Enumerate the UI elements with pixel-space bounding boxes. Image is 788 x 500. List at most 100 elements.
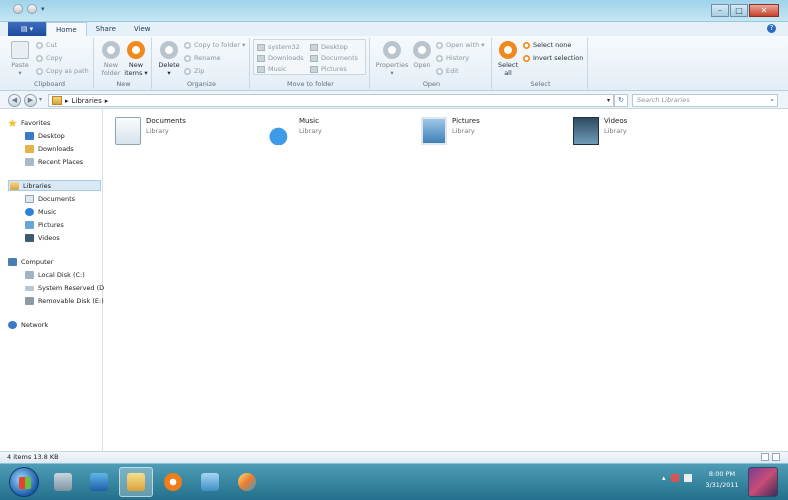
nav-music[interactable]: Music (25, 208, 57, 216)
select-all-button[interactable]: Select all (496, 41, 520, 77)
taskbar-app[interactable] (156, 467, 190, 497)
address-dropdown-icon[interactable]: ▾ (607, 97, 610, 104)
navigation-pane: Favorites Desktop Downloads Recent Place… (0, 109, 106, 451)
back-button[interactable]: ◀ (8, 94, 21, 107)
paste-button[interactable]: Paste ▾ (9, 41, 31, 77)
move-to-downloads[interactable]: Downloads (257, 54, 304, 62)
nav-network[interactable]: Network (8, 321, 48, 329)
show-desktop-button[interactable] (748, 467, 778, 497)
properties-quick-button[interactable] (13, 4, 23, 14)
nav-libraries[interactable]: Libraries (8, 180, 101, 191)
paste-icon (11, 41, 29, 59)
open-with-button[interactable]: Open with ▾ (436, 41, 485, 49)
desktop-icon (25, 132, 34, 140)
start-button[interactable] (9, 467, 39, 497)
customize-toolbar-icon[interactable]: ▾ (41, 4, 49, 14)
quick-access-toolbar: ▾ (13, 4, 49, 14)
search-input[interactable]: Search Libraries ⌕ (632, 94, 778, 107)
downloads-icon (257, 54, 265, 62)
taskbar-app[interactable] (82, 467, 116, 497)
invert-selection-button[interactable]: Invert selection (523, 54, 583, 62)
rename-button[interactable]: Rename (184, 54, 221, 62)
copy-to-icon (184, 41, 191, 49)
delete-button[interactable]: Delete ▾ (157, 41, 181, 77)
nav-favorites[interactable]: Favorites (8, 119, 50, 127)
nav-recent-places[interactable]: Recent Places (25, 158, 83, 166)
paint-icon (238, 473, 256, 491)
refresh-icon: ↻ (618, 96, 624, 104)
refresh-button[interactable]: ↻ (614, 94, 628, 107)
zip-button[interactable]: Zip (184, 67, 204, 75)
desktop-icon (310, 43, 318, 51)
edit-button[interactable]: Edit (436, 67, 459, 75)
properties-button[interactable]: Properties ▾ (375, 41, 409, 77)
copy-to-folder-button[interactable]: Copy to folder ▾ (184, 41, 245, 49)
tab-share[interactable]: Share (87, 22, 125, 36)
library-item[interactable]: Music Library (268, 117, 322, 145)
minimize-button[interactable]: – (711, 4, 729, 17)
file-list: Documents Library Music Library Pictures Li… (104, 109, 788, 451)
library-item[interactable]: Documents Library (115, 117, 186, 145)
network-icon (8, 321, 17, 329)
recent-locations-dropdown[interactable]: ▾ (39, 96, 42, 103)
close-button[interactable]: ✕ (749, 4, 779, 17)
forward-button[interactable]: ▶ (24, 94, 37, 107)
show-hidden-icons-icon[interactable]: ▴ (662, 474, 666, 482)
tab-view[interactable]: View (125, 22, 160, 36)
cut-button[interactable]: Cut (36, 41, 57, 49)
maximize-button[interactable]: □ (730, 4, 748, 17)
nav-removable-disk[interactable]: Removable Disk (E:) (25, 297, 104, 305)
select-all-icon (499, 41, 517, 59)
new-folder-button[interactable]: New folder (100, 41, 122, 77)
address-path[interactable]: Libraries (72, 97, 102, 105)
large-icons-view-icon[interactable] (772, 453, 780, 461)
search-icon[interactable]: ⌕ (770, 95, 774, 106)
nav-local-disk[interactable]: Local Disk (C:) (25, 271, 85, 279)
nav-documents[interactable]: Documents (25, 195, 75, 203)
move-to-pictures[interactable]: Pictures (310, 65, 347, 73)
history-button[interactable]: History (436, 54, 469, 62)
move-to-documents[interactable]: Documents (310, 54, 358, 62)
library-item[interactable]: Pictures Library (421, 117, 480, 145)
folder-icon (257, 43, 265, 51)
tab-home[interactable]: Home (46, 22, 87, 36)
network-status-icon[interactable] (683, 474, 692, 482)
taskbar-app[interactable] (193, 467, 227, 497)
new-folder-quick-button[interactable] (27, 4, 37, 14)
removable-disk-icon (25, 297, 34, 305)
details-view-icon[interactable] (761, 453, 769, 461)
taskbar-app[interactable] (46, 467, 80, 497)
taskbar-app[interactable] (119, 467, 153, 497)
move-to-desktop[interactable]: Desktop (310, 43, 348, 51)
new-items-button[interactable]: New items ▾ (124, 41, 148, 77)
back-arrow-icon: ◀ (11, 96, 18, 104)
server-manager-icon (54, 473, 72, 491)
computer-icon (8, 258, 17, 266)
nav-computer[interactable]: Computer (8, 258, 53, 266)
open-button[interactable]: Open (411, 41, 433, 69)
move-to-system32[interactable]: system32 (257, 43, 300, 51)
open-group: Properties ▾ Open Open with ▾ History Edi… (372, 38, 492, 89)
move-to-folder-gallery: system32 Desktop Downloads Documents Mus… (253, 39, 366, 75)
taskbar-app[interactable] (230, 467, 264, 497)
taskbar: ▴ 8:00 PM 3/31/2011 (0, 463, 788, 500)
action-center-icon[interactable] (670, 474, 679, 482)
view-switcher (761, 453, 780, 461)
media-player-icon (164, 473, 182, 491)
help-icon[interactable]: ? (767, 24, 776, 33)
address-field[interactable]: ▸ Libraries ▸ ▾ (48, 94, 614, 107)
library-item[interactable]: Videos Library (573, 117, 627, 145)
nav-downloads[interactable]: Downloads (25, 145, 74, 153)
music-icon (25, 208, 34, 216)
copy-button[interactable]: Copy (36, 54, 63, 62)
nav-pictures[interactable]: Pictures (25, 221, 64, 229)
move-to-music[interactable]: Music (257, 65, 287, 73)
copy-icon (36, 54, 43, 62)
select-none-button[interactable]: Select none (523, 41, 571, 49)
clock[interactable]: 8:00 PM 3/31/2011 (700, 469, 744, 491)
nav-system-reserved[interactable]: System Reserved (D: (25, 284, 106, 292)
copy-as-path-button[interactable]: Copy as path (36, 67, 89, 75)
file-tab[interactable]: ▤ ▾ (8, 22, 46, 36)
nav-desktop[interactable]: Desktop (25, 132, 65, 140)
nav-videos[interactable]: Videos (25, 234, 60, 242)
